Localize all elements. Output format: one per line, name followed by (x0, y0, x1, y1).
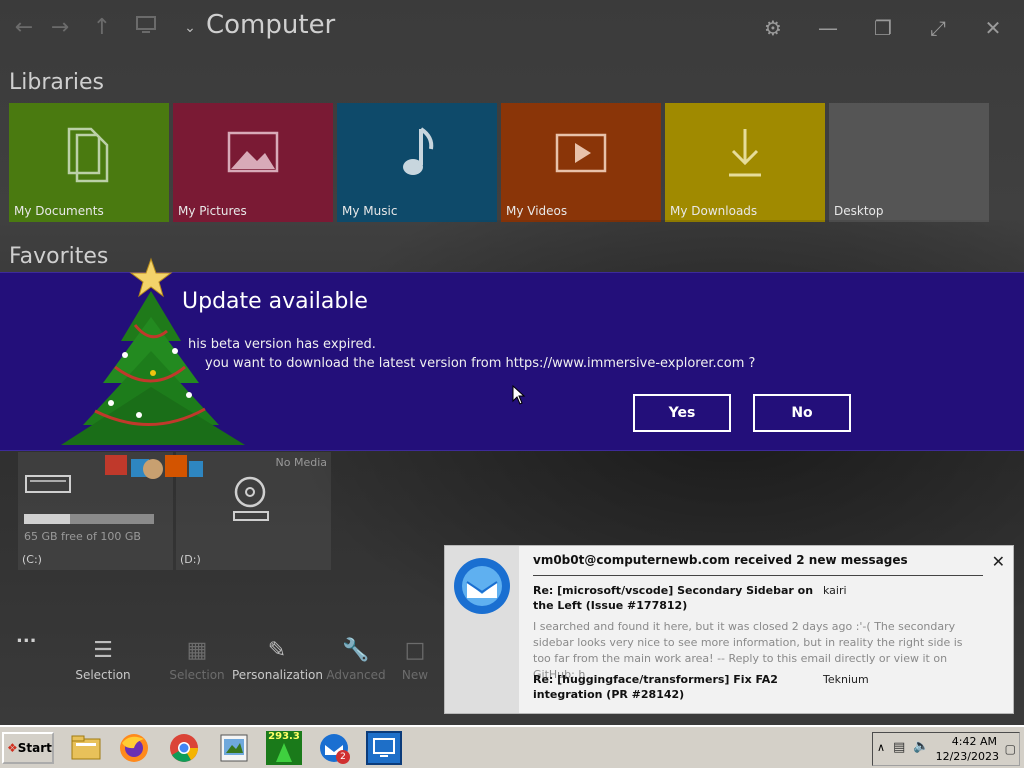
christmas-tree-counter-taskbar-icon[interactable]: 293.3 (266, 731, 302, 765)
no-button[interactable]: No (753, 394, 851, 432)
notification-header: vm0b0t@computernewb.com received 2 new m… (533, 553, 908, 567)
message-subject[interactable]: Re: [huggingface/transformers] Fix FA2 i… (533, 672, 793, 702)
clock-date[interactable]: 12/23/2023 (936, 750, 999, 763)
start-label: Start (17, 741, 52, 755)
new-item-icon: □ (404, 638, 426, 663)
notifications-icon[interactable]: ▢ (1005, 742, 1016, 756)
library-tile-label: My Documents (14, 204, 104, 218)
library-tile-pictures[interactable]: My Pictures (173, 103, 333, 222)
library-tile-videos[interactable]: My Videos (501, 103, 661, 222)
selection-grid-command[interactable]: ▦ Selection (152, 638, 242, 682)
close-icon[interactable]: ✕ (978, 14, 1008, 42)
start-button[interactable]: ❖Start (2, 732, 54, 764)
title-bar: ← → ↑ ⌄ Computer ⚙ — ❐ ⤢ ✕ (0, 0, 1024, 56)
library-tile-desktop[interactable]: Desktop (829, 103, 989, 222)
taskbar: ❖Start 293.3 2 ∧ ▤ 🔈 4:42 AM 12/23/2023 … (0, 725, 1024, 768)
command-label: Selection (169, 668, 225, 682)
message-subject[interactable]: Re: [microsoft/vscode] Secondary Sidebar… (533, 583, 823, 613)
command-label: New (401, 668, 429, 682)
paint-taskbar-icon[interactable] (216, 731, 252, 765)
drive-label: (D:) (180, 553, 201, 566)
videos-icon (555, 133, 607, 173)
window-title: Computer (206, 10, 336, 40)
immersive-explorer-taskbar-icon[interactable] (366, 731, 402, 765)
restore-icon[interactable]: ❐ (868, 14, 898, 42)
thunderbird-taskbar-icon[interactable]: 2 (316, 731, 352, 765)
gear-icon[interactable]: ⚙ (758, 14, 788, 42)
command-label: Advanced (326, 668, 386, 682)
libraries-heading: Libraries (9, 70, 105, 95)
mouse-cursor-icon (512, 385, 526, 405)
file-explorer-taskbar-icon[interactable] (68, 731, 104, 765)
more-options-button[interactable]: ... (16, 626, 37, 647)
library-tile-label: My Downloads (670, 204, 758, 218)
library-tile-label: My Music (342, 204, 398, 218)
new-command[interactable]: □ New (385, 638, 445, 682)
christmas-tree-widget[interactable] (55, 255, 255, 495)
notification-divider (533, 575, 983, 576)
music-icon (403, 127, 434, 175)
firefox-taskbar-icon[interactable] (116, 731, 152, 765)
drive-label: (C:) (22, 553, 42, 566)
thunderbird-icon (454, 558, 510, 614)
message-sender: Teknium (823, 673, 869, 686)
close-icon[interactable]: ✕ (992, 552, 1005, 571)
drive-media-status: No Media (275, 456, 328, 469)
library-tile-label: My Pictures (178, 204, 247, 218)
drive-usage-fill (24, 514, 70, 524)
library-tile-downloads[interactable]: My Downloads (665, 103, 825, 222)
yes-button[interactable]: Yes (633, 394, 731, 432)
library-tile-label: My Videos (506, 204, 568, 218)
personalization-command[interactable]: ✎ Personalization (232, 638, 323, 682)
library-tile-label: Desktop (834, 204, 884, 218)
command-label: Personalization (232, 668, 323, 682)
maximize-icon[interactable]: ⤢ (923, 14, 953, 42)
up-arrow-icon[interactable]: ↑ (88, 14, 116, 42)
minimize-icon[interactable]: — (813, 14, 843, 42)
chrome-taskbar-icon[interactable] (166, 731, 202, 765)
unread-badge: 2 (336, 750, 350, 764)
pictures-icon (227, 131, 279, 173)
notification-icon-area (445, 546, 519, 713)
paintbrush-icon: ✎ (267, 638, 287, 663)
message-sender: kairi (823, 584, 847, 597)
grid-icon: ▦ (186, 638, 208, 663)
documents-icon (67, 127, 109, 183)
downloads-icon (729, 129, 761, 177)
dialog-message-line-2: you want to download the latest version … (205, 356, 756, 371)
clock-time[interactable]: 4:42 AM (952, 735, 997, 748)
system-tray: ∧ ▤ 🔈 4:42 AM 12/23/2023 ▢ (872, 732, 1020, 766)
christmas-tree-icon (276, 743, 292, 762)
christmas-tree-icon (61, 257, 245, 479)
new-mail-notification[interactable]: vm0b0t@computernewb.com received 2 new m… (444, 545, 1014, 714)
command-label: Selection (75, 668, 131, 682)
computer-icon[interactable] (132, 14, 160, 42)
chevron-up-icon[interactable]: ∧ (877, 741, 885, 754)
windows-flag-icon: ❖ (7, 741, 18, 755)
selection-command[interactable]: ☰ Selection (58, 638, 148, 682)
drive-usage-bar (24, 514, 154, 524)
library-tile-music[interactable]: My Music (337, 103, 497, 222)
counter-text: 293.3 (268, 731, 300, 742)
chevron-down-icon[interactable]: ⌄ (176, 14, 204, 42)
forward-arrow-icon[interactable]: → (46, 14, 74, 42)
drive-free-space: 65 GB free of 100 GB (24, 530, 141, 543)
network-icon[interactable]: ▤ (893, 740, 905, 755)
library-tile-documents[interactable]: My Documents (9, 103, 169, 222)
back-arrow-icon[interactable]: ← (10, 14, 38, 42)
volume-icon[interactable]: 🔈 (913, 739, 929, 754)
selection-list-icon: ☰ (93, 638, 113, 663)
